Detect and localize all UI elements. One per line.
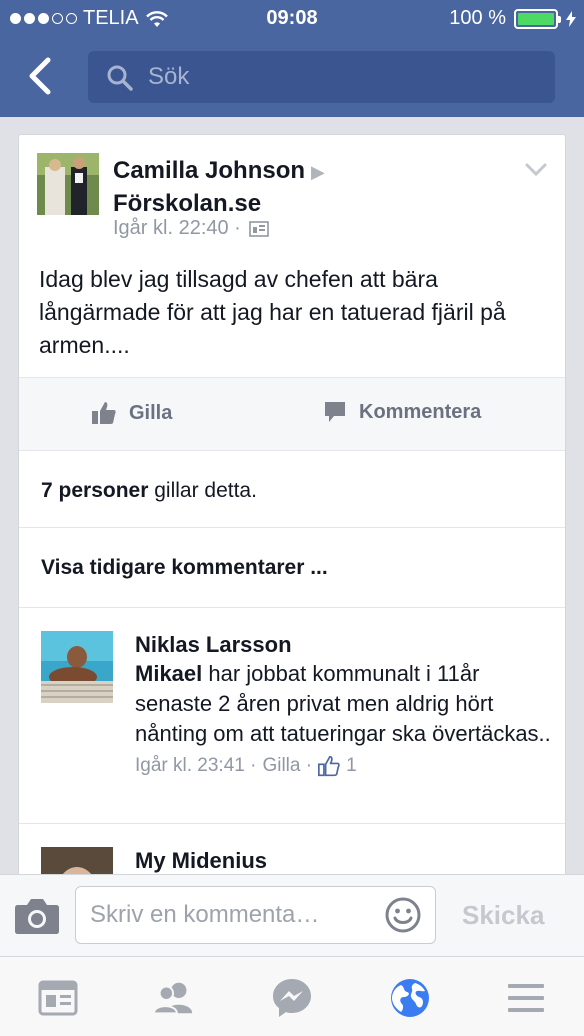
messenger-icon — [273, 979, 311, 1017]
emoji-icon[interactable] — [385, 897, 421, 933]
comment-label: Kommentera — [359, 400, 482, 423]
commenter-name[interactable]: Niklas Larsson — [135, 631, 555, 659]
comment-icon — [325, 402, 345, 422]
tab-notifications[interactable] — [388, 977, 432, 1019]
comment-meta: Igår kl. 23:41 · Gilla · 1 — [135, 755, 555, 777]
like-label: Gilla — [129, 401, 173, 424]
status-right: 100 % — [449, 7, 576, 30]
news-feed-icon — [38, 980, 78, 1016]
commenter-name[interactable]: My Midenius — [135, 847, 555, 875]
divider — [19, 527, 565, 528]
back-arrow-icon[interactable] — [24, 56, 58, 96]
view-previous-comments[interactable]: Visa tidigare kommentarer ... — [41, 556, 328, 580]
post-meta: Igår kl. 22:40 · — [113, 217, 269, 240]
search-icon — [107, 65, 133, 91]
comment-composer: Skriv en kommenta… Skicka — [0, 874, 584, 956]
search-placeholder: Sök — [148, 63, 190, 90]
globe-icon — [391, 979, 429, 1017]
post-target[interactable]: Förskolan.se — [113, 190, 261, 217]
commenter-avatar[interactable] — [41, 631, 113, 703]
chevron-down-icon[interactable] — [525, 163, 547, 177]
comment-input[interactable]: Skriv en kommenta… — [75, 886, 436, 944]
divider — [19, 823, 565, 824]
status-bar: TELIA 09:08 100 % — [0, 0, 584, 38]
likes-suffix: gillar detta. — [148, 479, 257, 502]
tab-messenger[interactable] — [270, 977, 314, 1019]
menu-icon — [508, 984, 544, 1012]
post-card: Camilla Johnson ▶ Förskolan.se Igår kl. 2… — [18, 134, 566, 894]
camera-icon[interactable] — [14, 897, 60, 935]
tab-bar — [0, 956, 584, 1036]
author-avatar[interactable] — [37, 153, 99, 215]
comment-item: Niklas Larsson Mikael har jobbat kommuna… — [41, 631, 551, 811]
post-header: Camilla Johnson ▶ Förskolan.se Igår kl. 2… — [37, 153, 549, 253]
arrow-right-icon: ▶ — [311, 162, 325, 182]
comment-button[interactable]: Kommentera — [323, 400, 565, 424]
comment-like-button[interactable]: Gilla · — [262, 755, 312, 777]
comment-placeholder: Skriv en kommenta… — [90, 901, 320, 928]
charging-icon — [566, 10, 576, 27]
likes-summary[interactable]: 7 personer gillar detta. — [41, 479, 257, 503]
author-name[interactable]: Camilla Johnson — [113, 157, 305, 184]
tab-more[interactable] — [504, 977, 548, 1019]
tab-friends[interactable] — [152, 977, 196, 1019]
thumbs-up-icon — [318, 755, 340, 777]
post-actions: Gilla Kommentera — [19, 377, 565, 451]
audience-icon — [249, 220, 269, 237]
top-bar: TELIA 09:08 100 % Sök — [0, 0, 584, 117]
likes-count: 7 personer — [41, 479, 149, 502]
search-input[interactable]: Sök — [88, 51, 555, 103]
send-button[interactable]: Skicka — [462, 900, 544, 931]
comment-text: Mikael har jobbat kommunalt i 11år senas… — [135, 659, 555, 749]
post-timestamp[interactable]: Igår kl. 22:40 · — [113, 217, 241, 240]
battery-percent: 100 % — [449, 7, 506, 29]
comment-timestamp: Igår kl. 23:41 · — [135, 755, 257, 776]
comment-body: My Midenius — [135, 847, 555, 875]
tab-news-feed[interactable] — [36, 977, 80, 1019]
thumbs-up-icon — [92, 402, 116, 424]
comment-like-count: 1 — [346, 755, 357, 776]
comment-mention[interactable]: Mikael — [135, 661, 202, 686]
battery-icon — [514, 8, 561, 29]
post-text: Idag blev jag tillsagd av chefen att bär… — [39, 266, 506, 358]
divider — [19, 607, 565, 608]
comment-body: Niklas Larsson Mikael har jobbat kommuna… — [135, 631, 555, 777]
post-author-line: Camilla Johnson ▶ Förskolan.se — [113, 155, 325, 219]
like-button[interactable]: Gilla — [91, 400, 172, 426]
friends-icon — [152, 982, 193, 1015]
